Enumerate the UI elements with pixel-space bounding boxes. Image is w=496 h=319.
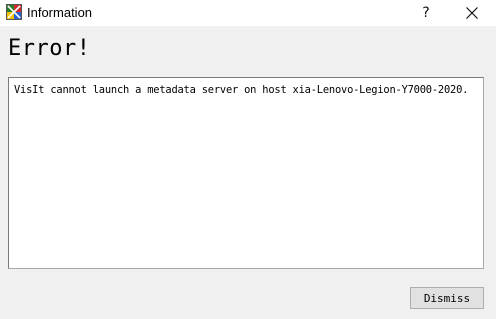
help-icon: ? xyxy=(422,5,430,21)
error-heading: Error! xyxy=(8,36,91,61)
dismiss-button[interactable]: Dismiss xyxy=(410,287,484,309)
window-title: Information xyxy=(27,5,93,20)
visit-app-icon xyxy=(6,4,22,20)
help-button[interactable]: ? xyxy=(404,0,448,26)
error-message: VisIt cannot launch a metadata server on… xyxy=(14,84,469,96)
title-bar: Information ? xyxy=(0,0,496,26)
close-button[interactable] xyxy=(450,0,494,26)
close-icon xyxy=(466,7,478,19)
message-textarea[interactable]: VisIt cannot launch a metadata server on… xyxy=(8,77,484,269)
